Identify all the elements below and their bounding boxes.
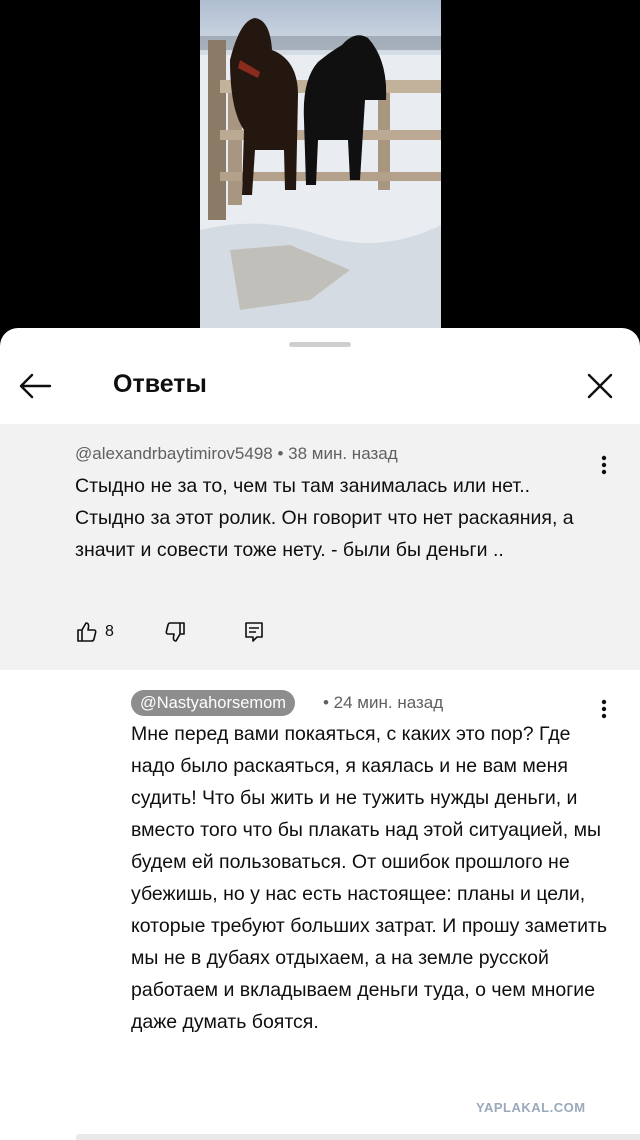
close-icon [587,373,613,399]
reply-icon [245,622,263,642]
comment-time: • 24 мин. назад [323,693,444,712]
reply-input-bar[interactable] [76,1134,640,1140]
like-button[interactable]: 8 [75,618,114,646]
more-vert-icon [601,455,607,475]
reply-button[interactable] [243,618,265,646]
horses-image [200,0,441,330]
sheet-header: Ответы [0,348,640,424]
drag-handle[interactable] [289,342,351,347]
replies-sheet: Ответы @alexandrbaytimirov5498 • 38 мин.… [0,328,640,1140]
back-arrow-icon [19,373,52,399]
back-button[interactable] [14,366,64,406]
comment-text: Стыдно не за то, чем ты там занималась и… [75,475,574,561]
comment-meta: @alexandrbaytimirov5498 • 38 мин. назад [75,444,398,464]
video-player[interactable] [0,0,640,340]
comment-author[interactable]: @alexandrbaytimirov5498 [75,444,273,463]
reply-comment: @Nastyahorsemom • 24 мин. назад Мне пере… [0,670,640,1140]
thumb-up-icon [77,622,97,642]
comment-menu-button[interactable] [594,450,614,480]
video-thumbnail [200,0,441,330]
author-handle-chip[interactable]: @Nastyahorsemom [131,690,296,716]
dislike-button[interactable] [163,618,187,646]
comment-actions: 8 [75,618,375,646]
close-button[interactable] [580,366,628,406]
thumb-down-icon [165,622,185,642]
sheet-title: Ответы [113,370,207,398]
like-count: 8 [105,623,114,640]
comment-text: Мне перед вами покаяться, с каких это по… [131,723,608,1033]
watermark: YAPLAKAL.COM [476,1100,586,1115]
comment-time: • 38 мин. назад [277,444,398,463]
parent-comment: @alexandrbaytimirov5498 • 38 мин. назад … [0,424,640,670]
